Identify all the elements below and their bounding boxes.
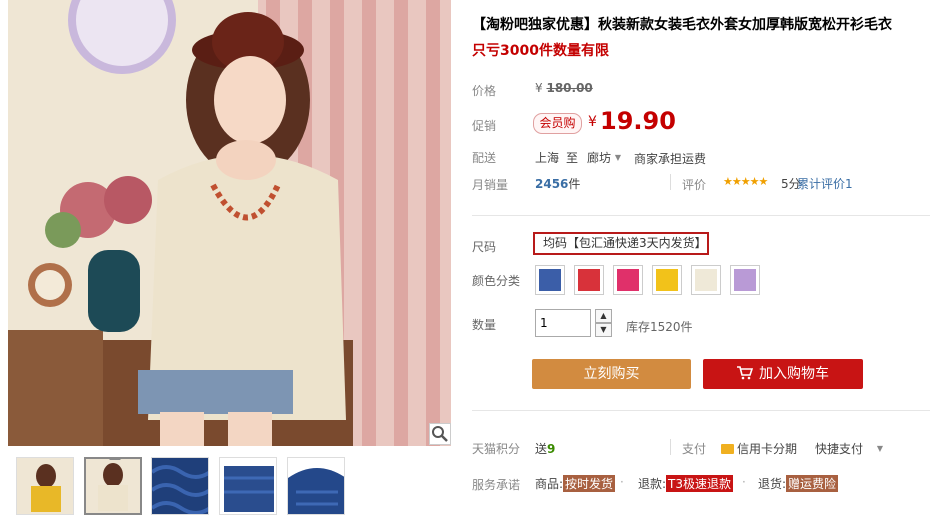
add-to-cart-label: 加入购物车 bbox=[759, 366, 829, 382]
ship-to-word: 至 bbox=[566, 151, 579, 165]
service-tag: 赠运费险 bbox=[786, 475, 839, 492]
review-label: 评价 bbox=[682, 178, 707, 192]
color-swatch[interactable] bbox=[652, 265, 682, 295]
sales-label: 月销量 bbox=[472, 178, 509, 192]
quick-pay-select[interactable]: 快捷支付 ▼ bbox=[815, 440, 883, 457]
swatch-fill bbox=[539, 269, 561, 291]
chevron-down-icon: ▼ bbox=[600, 325, 607, 334]
review-count-link[interactable]: 累计评价1 bbox=[797, 175, 853, 192]
size-option-selected[interactable]: 均码【包汇通快递3天内发货】 bbox=[533, 232, 709, 255]
payment-label: 支付 bbox=[682, 442, 707, 456]
thumbnail-2[interactable] bbox=[84, 457, 142, 515]
shipping-label: 配送 bbox=[472, 151, 497, 165]
service-item-delivery[interactable]: 商品: 按时发货 bbox=[535, 475, 616, 492]
rating-stars: ★★★★★ bbox=[723, 175, 768, 188]
add-to-cart-button[interactable]: 加入购物车 bbox=[703, 359, 863, 389]
thumbnail-strip bbox=[8, 452, 451, 524]
quantity-decrease-button[interactable]: ▼ bbox=[595, 323, 612, 337]
swatch-fill bbox=[656, 269, 678, 291]
promo-badge: 会员购 bbox=[533, 113, 582, 134]
thumbnail-1[interactable] bbox=[16, 457, 74, 515]
divider bbox=[670, 439, 671, 455]
price-label: 价格 bbox=[472, 84, 497, 98]
promo-label: 促销 bbox=[472, 119, 497, 133]
color-swatch[interactable] bbox=[691, 265, 721, 295]
original-price-value: 180.00 bbox=[546, 81, 593, 95]
cart-icon bbox=[737, 366, 754, 380]
ship-to-value: 廊坊 bbox=[587, 151, 612, 165]
product-title: 【淘粉吧独家优惠】秋装新款女装毛衣外套女加厚韩版宽松开衫毛衣 bbox=[472, 17, 892, 33]
quantity-label: 数量 bbox=[472, 318, 497, 332]
separator-dot: · bbox=[620, 475, 624, 489]
size-label: 尺码 bbox=[472, 240, 497, 254]
promo-price: 19.90 bbox=[600, 107, 676, 135]
swatch-fill bbox=[695, 269, 717, 291]
stock-count: 库存1520件 bbox=[626, 320, 693, 334]
original-price-currency: ¥ bbox=[535, 81, 543, 95]
thumbnail-5[interactable] bbox=[287, 457, 345, 515]
service-prefix: 退货: bbox=[758, 477, 787, 491]
color-swatch[interactable] bbox=[535, 265, 565, 295]
separator-dot: · bbox=[742, 475, 746, 489]
divider bbox=[472, 215, 930, 216]
promo-currency: ¥ bbox=[588, 114, 597, 130]
thumbnail-4[interactable] bbox=[219, 457, 277, 515]
quick-pay-label: 快捷支付 bbox=[815, 442, 864, 456]
service-label: 服务承诺 bbox=[472, 478, 521, 492]
points-prefix: 送 bbox=[535, 442, 548, 456]
monthly-sales: 2456件 bbox=[535, 175, 580, 192]
points-label: 天猫积分 bbox=[472, 442, 521, 456]
service-tag: T3极速退款 bbox=[666, 475, 734, 492]
color-swatch[interactable] bbox=[730, 265, 760, 295]
swatch-fill bbox=[617, 269, 639, 291]
quantity-input[interactable] bbox=[535, 309, 591, 337]
points-value: 送9 bbox=[535, 440, 555, 457]
credit-installment-label: 信用卡分期 bbox=[737, 442, 798, 456]
original-price: ¥ 180.00 bbox=[535, 81, 593, 95]
ship-from: 上海 bbox=[535, 151, 560, 165]
thumbnail-3[interactable] bbox=[151, 457, 209, 515]
service-prefix: 商品: bbox=[535, 477, 564, 491]
buy-now-button[interactable]: 立刻购买 bbox=[532, 359, 691, 389]
product-main-image[interactable] bbox=[8, 0, 451, 446]
color-swatch[interactable] bbox=[574, 265, 604, 295]
quantity-increase-button[interactable]: ▲ bbox=[595, 309, 612, 323]
shipping-fee: 商家承担运费 bbox=[634, 152, 707, 166]
divider bbox=[472, 410, 930, 411]
divider bbox=[670, 174, 671, 190]
ship-to-select[interactable]: 廊坊 ▼ bbox=[587, 149, 621, 166]
credit-installment[interactable]: 信用卡分期 bbox=[721, 440, 797, 457]
points-number: 9 bbox=[547, 442, 556, 456]
credit-card-icon bbox=[721, 444, 734, 454]
color-label: 颜色分类 bbox=[472, 274, 521, 288]
product-subtitle: 只亏3000件数量有限 bbox=[472, 43, 609, 59]
chevron-up-icon: ▲ bbox=[600, 311, 607, 320]
service-prefix: 退款: bbox=[638, 477, 667, 491]
color-swatch[interactable] bbox=[613, 265, 643, 295]
swatch-fill bbox=[734, 269, 756, 291]
chevron-down-icon: ▼ bbox=[876, 444, 883, 453]
swatch-fill bbox=[578, 269, 600, 291]
zoom-icon[interactable] bbox=[429, 423, 451, 445]
service-tag: 按时发货 bbox=[563, 475, 616, 492]
sales-count: 2456 bbox=[535, 177, 569, 191]
chevron-down-icon: ▼ bbox=[614, 153, 621, 162]
service-item-return[interactable]: 退货: 赠运费险 bbox=[758, 475, 839, 492]
sales-unit: 件 bbox=[568, 177, 581, 191]
service-item-refund[interactable]: 退款: T3极速退款 bbox=[638, 475, 734, 492]
